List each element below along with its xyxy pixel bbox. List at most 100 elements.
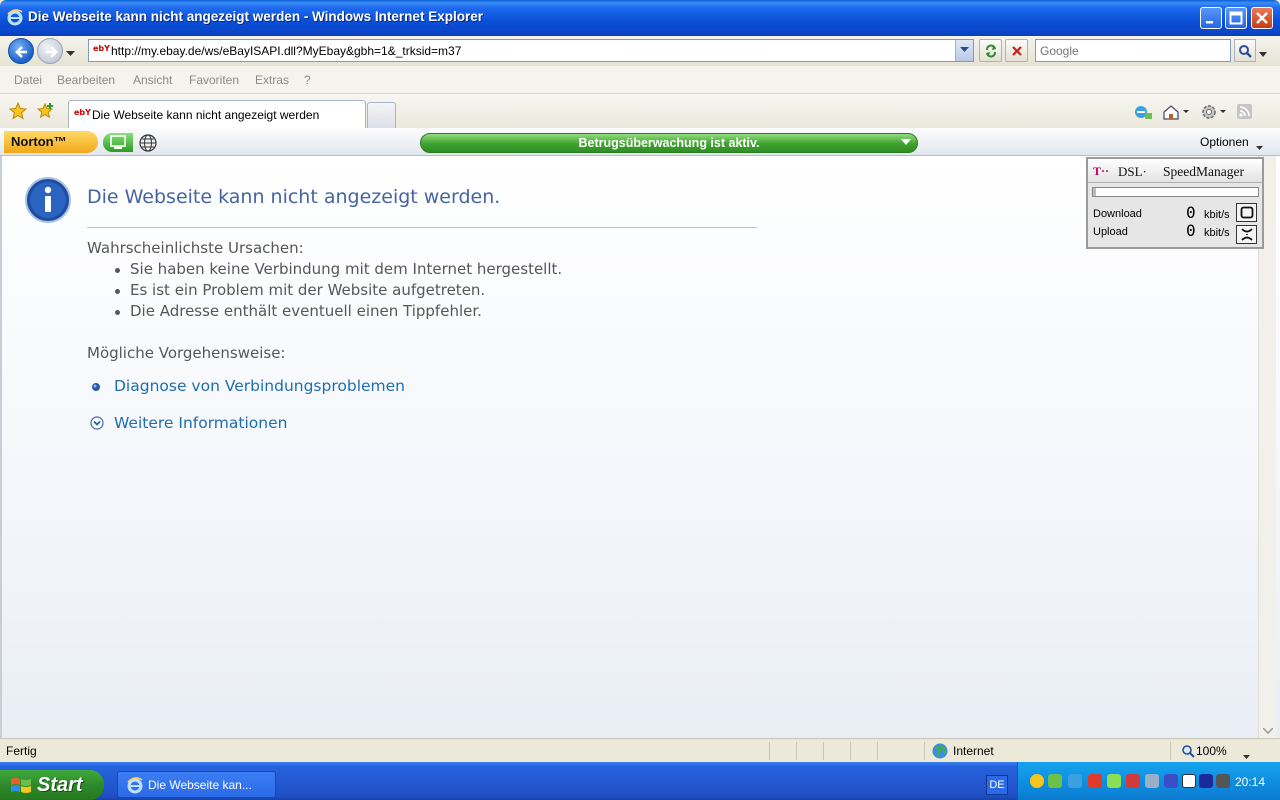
tray-update-icon[interactable] (1126, 774, 1140, 788)
site-favicon-icon: ebY (93, 44, 110, 53)
fraud-monitoring-status[interactable]: Betrugsüberwachung ist aktiv. (420, 133, 918, 153)
security-zone[interactable]: Internet (953, 744, 994, 758)
address-toolbar: ebY http://my.ebay.de/ws/eBayISAPI.dll?M… (0, 36, 1280, 66)
speed-gauge-fill (1093, 188, 1097, 196)
menu-ansicht[interactable]: Ansicht (133, 73, 172, 87)
fraud-dropdown-icon (901, 139, 911, 145)
menu-bar: Datei Bearbeiten Ansicht Favoriten Extra… (0, 66, 1280, 94)
download-label: Download (1093, 208, 1142, 220)
minimize-button[interactable] (1200, 7, 1222, 29)
tray-check-icon[interactable] (1107, 774, 1121, 788)
more-information-link[interactable]: Weitere Informationen (114, 414, 287, 432)
speedmanager-close-button[interactable] (1236, 225, 1257, 244)
url-text[interactable]: http://my.ebay.de/ws/eBayISAPI.dll?MyEba… (111, 44, 461, 58)
tray-display-icon[interactable] (1164, 774, 1178, 788)
bullet-icon (115, 289, 120, 294)
bullet-icon (115, 268, 120, 273)
maximize-button[interactable] (1225, 7, 1247, 29)
tab-active[interactable]: ebY Die Webseite kann nicht angezeigt we… (68, 100, 366, 128)
status-separator (1170, 742, 1171, 760)
divider (87, 227, 757, 228)
tray-volume-icon[interactable] (1145, 774, 1159, 788)
globe-icon[interactable] (138, 133, 158, 156)
status-separator (850, 742, 851, 760)
norton-pc-button[interactable] (103, 133, 133, 152)
zoom-level[interactable]: 100% (1196, 744, 1227, 758)
speedmanager-header[interactable]: T·· DSL· SpeedManager (1088, 159, 1262, 183)
rss-feed-icon[interactable] (1237, 104, 1252, 122)
download-value: 0 (1186, 203, 1196, 222)
tray-wireless-icon[interactable] (1048, 774, 1062, 788)
address-bar[interactable]: ebY http://my.ebay.de/ws/eBayISAPI.dll?M… (88, 39, 974, 62)
tools-gear-icon[interactable] (1201, 104, 1227, 123)
page-title: Die Webseite kann nicht angezeigt werden… (87, 186, 501, 208)
causes-title: Wahrscheinlichste Ursachen: (87, 239, 304, 257)
new-tab-button[interactable] (367, 102, 396, 128)
diagnose-connection-link[interactable]: Diagnose von Verbindungsproblemen (114, 377, 405, 395)
refresh-button[interactable] (979, 39, 1002, 62)
search-box[interactable] (1035, 39, 1231, 62)
menu-datei[interactable]: Datei (14, 73, 42, 87)
windows-logo-icon (10, 776, 32, 799)
ie-taskbar-icon (126, 776, 144, 797)
menu-help[interactable]: ? (304, 73, 311, 87)
menu-favoriten[interactable]: Favoriten (189, 73, 239, 87)
address-dropdown-button[interactable] (955, 40, 973, 61)
cause-item: Sie haben keine Verbindung mit dem Inter… (130, 260, 563, 278)
window-titlebar[interactable]: Die Webseite kann nicht angezeigt werden… (0, 0, 1280, 36)
cause-item: Es ist ein Problem mit der Website aufge… (130, 281, 486, 299)
link-bullet-icon (90, 381, 102, 396)
status-separator (796, 742, 797, 760)
start-label: Start (37, 774, 83, 796)
speedmanager-title: SpeedManager (1163, 164, 1244, 179)
tray-security-icon[interactable] (1088, 774, 1102, 788)
home-icon[interactable] (1162, 104, 1190, 123)
system-tray: 20:14 (1017, 762, 1280, 800)
upload-unit: kbit/s (1204, 227, 1230, 239)
zoom-icon[interactable] (1181, 744, 1195, 761)
ie-logo-icon (6, 8, 24, 29)
speedmanager-widget[interactable]: T·· DSL· SpeedManager Download 0 kbit/s … (1086, 157, 1264, 249)
add-favorite-icon[interactable] (36, 102, 55, 123)
norton-logo[interactable]: Norton™ (4, 131, 98, 153)
connection-icon[interactable] (1133, 104, 1153, 123)
back-button[interactable] (8, 38, 34, 64)
language-indicator[interactable]: DE (986, 775, 1008, 795)
search-options-dropdown-icon[interactable] (1259, 47, 1267, 61)
norton-brand: Norton™ (11, 134, 67, 149)
search-input[interactable] (1036, 40, 1230, 61)
menu-bearbeiten[interactable]: Bearbeiten (57, 73, 115, 87)
upload-label: Upload (1093, 226, 1128, 238)
status-separator (877, 742, 878, 760)
telekom-logo: T·· (1093, 164, 1110, 178)
close-window-button[interactable] (1251, 7, 1273, 29)
tray-misc-icon[interactable] (1216, 774, 1230, 788)
options-dropdown-icon[interactable] (1256, 140, 1263, 154)
expand-chevron-icon[interactable] (90, 416, 104, 433)
download-unit: kbit/s (1204, 209, 1230, 221)
menu-extras[interactable]: Extras (255, 73, 289, 87)
scroll-down-arrow-icon (1263, 728, 1273, 734)
stop-button[interactable] (1005, 39, 1028, 62)
cause-item: Die Adresse enthält eventuell einen Tipp… (130, 302, 482, 320)
recent-pages-dropdown-icon[interactable] (66, 46, 75, 60)
tray-app-icon[interactable] (1182, 774, 1196, 788)
start-button[interactable]: Start (0, 770, 104, 800)
speedmanager-window-button[interactable] (1236, 203, 1257, 222)
tray-network-icon[interactable] (1068, 774, 1082, 788)
tray-norton-icon[interactable] (1030, 774, 1044, 788)
zoom-dropdown-icon[interactable] (1243, 749, 1250, 763)
taskbar-ie-window[interactable]: Die Webseite kan... (117, 771, 276, 798)
window-title: Die Webseite kann nicht angezeigt werden… (28, 9, 483, 24)
tray-speedmanager-icon[interactable] (1199, 774, 1213, 788)
favorites-center-star-icon[interactable] (8, 101, 28, 123)
upload-value: 0 (1186, 221, 1196, 240)
search-button[interactable] (1234, 39, 1256, 62)
forward-button[interactable] (37, 38, 63, 64)
actions-title: Mögliche Vorgehensweise: (87, 344, 286, 362)
status-text: Fertig (6, 744, 37, 758)
tab-row: ebY Die Webseite kann nicht angezeigt we… (0, 94, 1280, 128)
norton-options-menu[interactable]: Optionen (1200, 135, 1249, 149)
dsl-label: DSL· (1118, 164, 1147, 179)
tray-clock: 20:14 (1235, 775, 1266, 789)
